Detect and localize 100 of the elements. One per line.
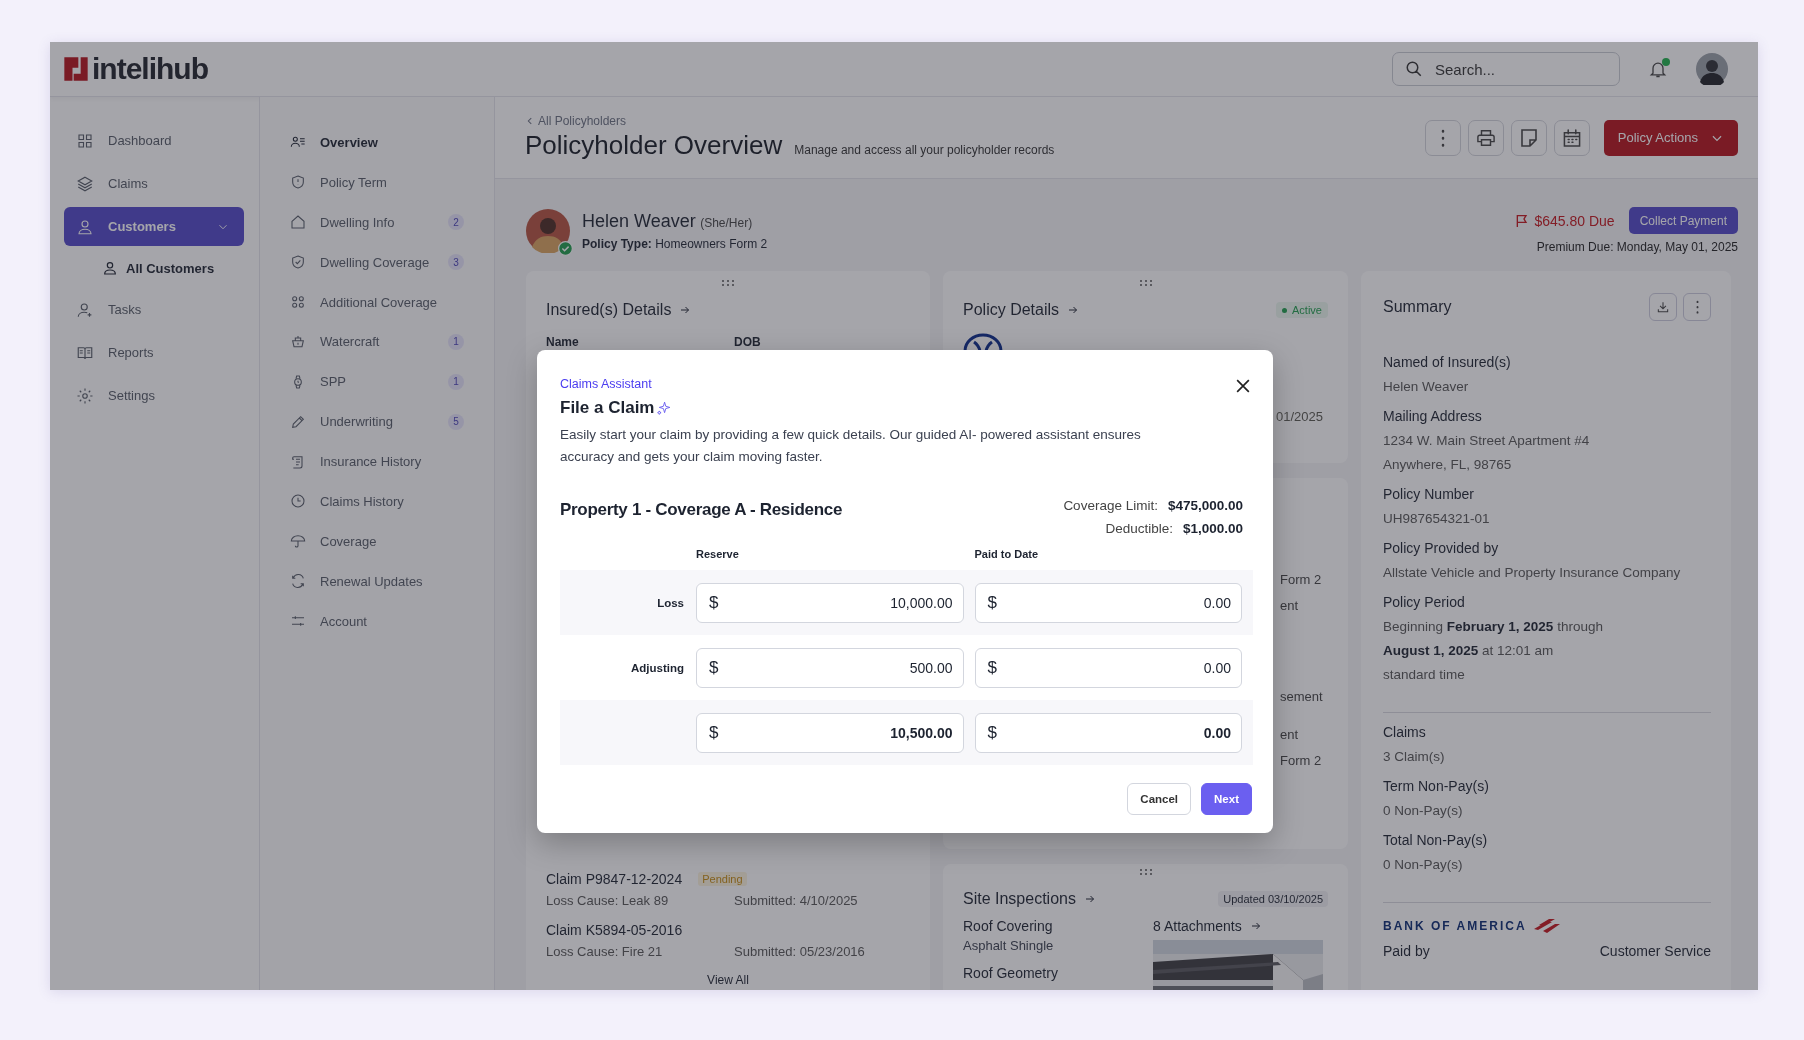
- next-button[interactable]: Next: [1201, 783, 1252, 815]
- section-nav-item[interactable]: SPP 1: [290, 364, 464, 400]
- drag-handle-icon[interactable]: [721, 279, 735, 287]
- submitted-date: Submitted: 05/23/2016: [734, 944, 866, 959]
- sidebar-item[interactable]: Reports: [64, 333, 244, 372]
- count-badge: 3: [448, 254, 464, 271]
- field-label: Policy Period: [1383, 593, 1466, 612]
- sidebar-subitem[interactable]: All Customers: [50, 250, 259, 286]
- arrow-right-icon: [1067, 304, 1080, 316]
- count-badge: 1: [448, 373, 464, 390]
- user-avatar[interactable]: [1696, 53, 1728, 85]
- sparkle-icon: [657, 401, 672, 415]
- calendar-button[interactable]: [1553, 119, 1590, 156]
- section-nav-item[interactable]: Underwriting 5: [290, 404, 464, 440]
- cancel-button[interactable]: Cancel: [1127, 783, 1192, 815]
- drag-handle-icon[interactable]: [1138, 868, 1153, 876]
- notification-bell-icon[interactable]: [1648, 59, 1668, 79]
- breadcrumb-link[interactable]: All Policyholders: [525, 114, 1055, 128]
- policy-actions-button[interactable]: Policy Actions: [1603, 119, 1738, 156]
- field-label: Mailing Address: [1383, 407, 1483, 426]
- card-title-link[interactable]: Policy Details: [963, 301, 1080, 319]
- updated-date: Updated 03/10/2025: [1218, 891, 1328, 907]
- umbrella-icon: [290, 533, 306, 550]
- amount-input[interactable]: 10,000.00: [718, 593, 955, 612]
- amount-input[interactable]: 0.00: [996, 723, 1233, 742]
- chevron-left-icon: [525, 116, 535, 126]
- collect-payment-button[interactable]: Collect Payment: [1628, 207, 1738, 234]
- submitted-date: Submitted: 4/10/2025: [734, 893, 859, 908]
- field-label: Term Non-Pay(s): [1383, 777, 1490, 796]
- field-value: 01/2025: [1276, 409, 1324, 424]
- amount-field[interactable]: $ 0.00: [974, 582, 1242, 623]
- currency-symbol: $: [709, 657, 719, 678]
- shield-icon: [290, 174, 306, 191]
- currency-symbol: $: [709, 722, 719, 743]
- sidebar-item[interactable]: Dashboard: [64, 121, 244, 160]
- field-value: Allstate Vehicle and Property Insurance Company: [1383, 564, 1682, 582]
- amount-field[interactable]: $ 10,500.00: [696, 712, 964, 753]
- count-badge: 5: [448, 413, 464, 430]
- section-nav-item[interactable]: Watercraft 1: [290, 324, 464, 360]
- field-label: Policy Number: [1383, 485, 1476, 504]
- printer-button[interactable]: [1467, 119, 1504, 156]
- refresh-icon: [290, 573, 306, 590]
- amount-input[interactable]: 500.00: [718, 658, 955, 677]
- section-nav-item[interactable]: Dwelling Info 2: [290, 204, 464, 240]
- field-value: 0 Non-Pay(s): [1383, 802, 1464, 820]
- limit-label: Deductible:: [1105, 521, 1173, 536]
- section-nav-item[interactable]: Renewal Updates: [290, 563, 464, 599]
- field-value: August 1, 2025 at 12:01 am: [1383, 642, 1555, 660]
- section-nav-item[interactable]: Additional Coverage: [290, 284, 464, 320]
- avatar: [526, 208, 570, 253]
- view-all-link[interactable]: View All: [546, 973, 910, 987]
- field-value: 0 Non-Pay(s): [1383, 856, 1464, 874]
- sidebar-item[interactable]: Settings: [64, 376, 244, 415]
- currency-symbol: $: [987, 657, 997, 678]
- search-field[interactable]: Search...: [1433, 59, 1607, 79]
- layers-icon: [76, 174, 94, 193]
- arrow-right-icon: [679, 304, 692, 316]
- card-title-link[interactable]: Site Inspections: [963, 890, 1096, 908]
- currency-symbol: $: [987, 592, 997, 613]
- count-badge: 1: [448, 333, 464, 350]
- currency-symbol: $: [709, 592, 719, 613]
- limit-value: $475,000.00: [1167, 498, 1243, 513]
- section-nav-item[interactable]: Coverage: [290, 523, 464, 559]
- status-badge: Active: [1276, 302, 1328, 318]
- page-subtitle: Manage and access all your policyholder records: [794, 143, 1055, 157]
- search-bar[interactable]: Search...: [1392, 52, 1620, 86]
- field-value: Form 2: [1280, 572, 1323, 587]
- field-value: sement: [1280, 689, 1324, 704]
- amount-field[interactable]: $ 0.00: [974, 712, 1242, 753]
- section-nav-item[interactable]: Dwelling Coverage 3: [290, 244, 464, 280]
- amount-input[interactable]: 10,500.00: [718, 723, 955, 742]
- card-title-link[interactable]: Insured(s) Details: [546, 301, 692, 319]
- download-button[interactable]: [1649, 293, 1677, 321]
- section-nav-item[interactable]: Insurance History: [290, 444, 464, 479]
- field-value: Form 2: [1280, 753, 1323, 768]
- sidebar-item[interactable]: Claims: [64, 164, 244, 203]
- drag-handle-icon[interactable]: [1138, 279, 1153, 287]
- amount-input[interactable]: 0.00: [996, 658, 1233, 677]
- claim-number: Claim K5894-05-2016: [546, 922, 683, 938]
- amount-field[interactable]: $ 0.00: [974, 647, 1242, 688]
- sidebar-item[interactable]: Tasks: [64, 290, 244, 329]
- amount-field[interactable]: $ 500.00: [696, 647, 964, 688]
- section-nav-item[interactable]: Account: [290, 603, 464, 639]
- section-nav-item[interactable]: Policy Term: [290, 164, 464, 200]
- more-icon: [1695, 300, 1699, 314]
- section-nav-item[interactable]: Overview: [290, 125, 464, 160]
- note-button[interactable]: [1510, 119, 1547, 156]
- attachments-link[interactable]: 8 Attachments: [1153, 918, 1328, 934]
- section-nav-item[interactable]: Claims History: [290, 484, 464, 519]
- column-header: Reserve: [696, 548, 740, 560]
- policy-type-label: Policy Type:: [582, 236, 652, 251]
- field-label: Roof Geometry: [963, 965, 1059, 981]
- dialog-eyebrow: Claims Assistant: [560, 377, 652, 391]
- arrow-right-icon: [1249, 920, 1262, 932]
- circles-icon: [290, 294, 306, 310]
- house-icon: [290, 214, 306, 231]
- more-icon: [1440, 128, 1445, 147]
- sidebar-item[interactable]: Customers: [64, 207, 244, 246]
- amount-input[interactable]: 0.00: [996, 593, 1233, 612]
- amount-field[interactable]: $ 10,000.00: [696, 582, 964, 623]
